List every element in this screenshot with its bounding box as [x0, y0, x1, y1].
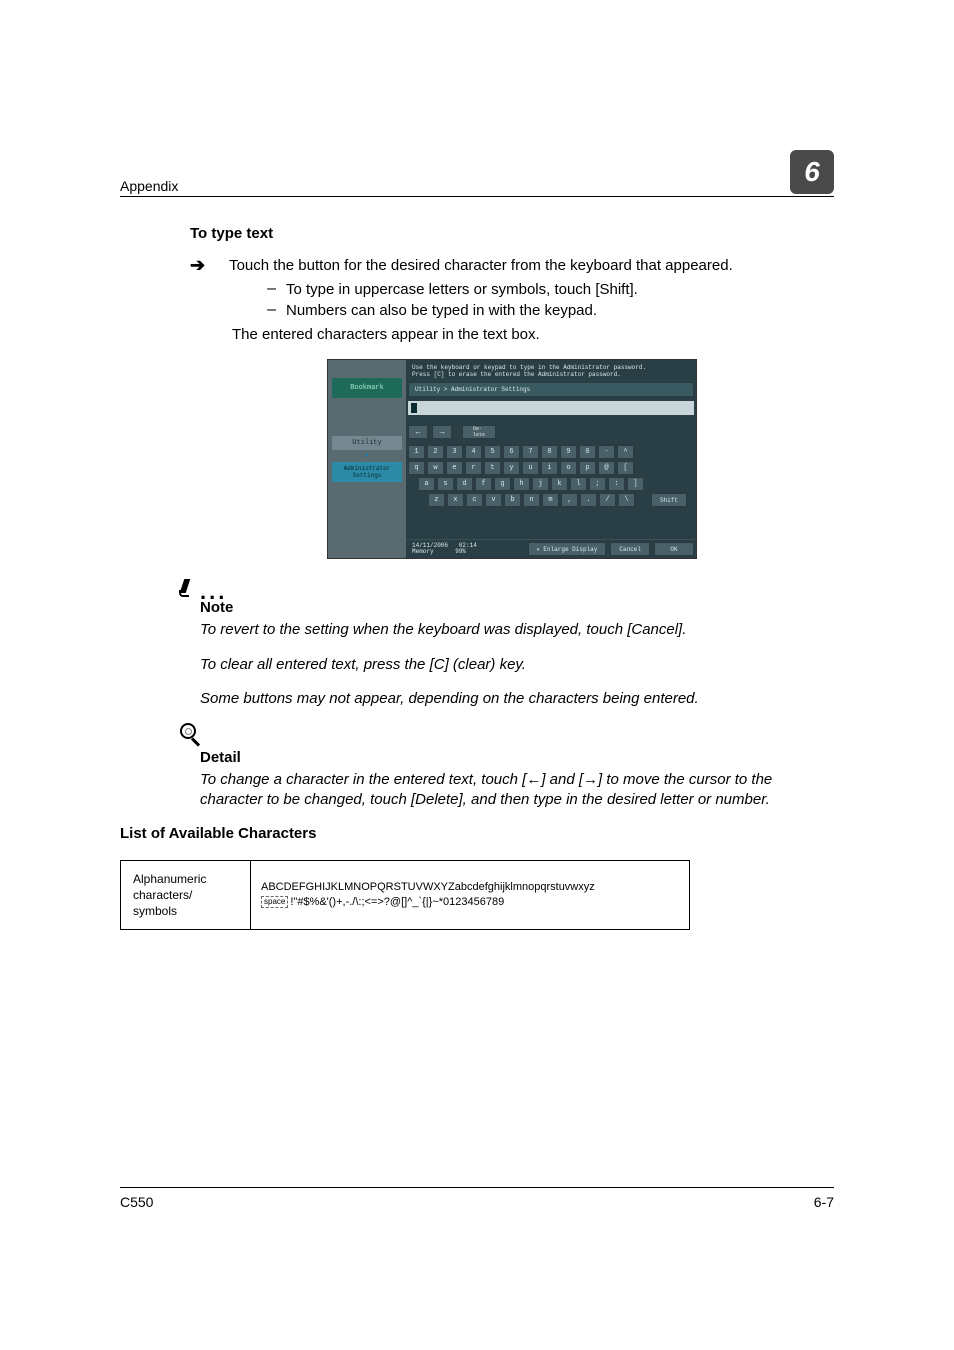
- ss-key: n: [523, 493, 540, 507]
- ss-key: o: [560, 461, 577, 475]
- space-token: space: [261, 896, 288, 909]
- note-p1: To revert to the setting when the keyboa…: [200, 620, 834, 640]
- table-left-cell: Alphanumeric characters/symbols: [121, 861, 251, 930]
- ss-key: y: [503, 461, 520, 475]
- ss-key: l: [570, 477, 587, 491]
- ss-key: 8: [541, 445, 558, 459]
- chars-line-1: ABCDEFGHIJKLMNOPQRSTUVWXYZabcdefghijklmn…: [261, 881, 595, 893]
- ss-msg-1: Use the keyboard or keypad to type in th…: [412, 364, 690, 371]
- header-section: Appendix: [120, 178, 178, 194]
- to-type-heading: To type text: [190, 225, 834, 242]
- ss-key: ^: [617, 445, 634, 459]
- ss-key: ]: [627, 477, 644, 491]
- ss-key: v: [485, 493, 502, 507]
- ss-key: 9: [560, 445, 577, 459]
- ss-key: q: [408, 461, 425, 475]
- ss-enlarge-button: ◐Enlarge Display: [528, 542, 607, 556]
- characters-table: Alphanumeric characters/symbols ABCDEFGH…: [120, 860, 690, 931]
- ss-key: ;: [589, 477, 606, 491]
- ss-text-input: [408, 401, 694, 415]
- list-heading: List of Available Characters: [120, 825, 834, 842]
- ss-key: 5: [484, 445, 501, 459]
- ss-key: a: [418, 477, 435, 491]
- detail-p1: To change a character in the entered tex…: [200, 770, 834, 811]
- ss-key: z: [428, 493, 445, 507]
- ss-key: g: [494, 477, 511, 491]
- detail-label: Detail: [200, 749, 834, 766]
- ss-down-icon: ▾: [328, 450, 406, 462]
- ss-key: m: [542, 493, 559, 507]
- ss-key: p: [579, 461, 596, 475]
- ss-key: h: [513, 477, 530, 491]
- ss-key: 7: [522, 445, 539, 459]
- step-arrow-icon: ➔: [190, 256, 205, 274]
- ss-memory-pct: 99%: [455, 548, 466, 555]
- ss-key: 4: [465, 445, 482, 459]
- ss-key-row-3: asdfghjkl;:]: [418, 477, 694, 491]
- ss-key: w: [427, 461, 444, 475]
- substep-shift: To type in uppercase letters or symbols,…: [286, 280, 638, 300]
- table-right-cell: ABCDEFGHIJKLMNOPQRSTUVWXYZabcdefghijklmn…: [251, 861, 689, 930]
- ss-key: 3: [446, 445, 463, 459]
- ss-bookmark: Bookmark: [332, 378, 402, 398]
- ss-memory-label: Memory: [412, 548, 434, 555]
- ss-key: e: [446, 461, 463, 475]
- step-intro: Touch the button for the desired charact…: [229, 256, 834, 276]
- note-p3: Some buttons may not appear, depending o…: [200, 689, 834, 709]
- ss-key: 6: [503, 445, 520, 459]
- ss-key: t: [484, 461, 501, 475]
- ss-right-arrow: →: [432, 425, 452, 439]
- ss-ok-button: OK: [654, 542, 694, 556]
- ss-key: k: [551, 477, 568, 491]
- ss-key: x: [447, 493, 464, 507]
- keyboard-screenshot: Bookmark Utility ▾ Administrator Setting…: [327, 359, 697, 559]
- ss-key: @: [598, 461, 615, 475]
- ss-key: 1: [408, 445, 425, 459]
- ss-msg-2: Press [C] to erase the entered the Admin…: [412, 371, 690, 378]
- ss-key: f: [475, 477, 492, 491]
- magnifier-icon: [178, 723, 202, 747]
- chars-line-2: !"#$%&'()+,-./\:;<=>?@[]^_`{|}~*01234567…: [290, 896, 504, 908]
- ss-key-row-1: 1234567890-^: [408, 445, 694, 459]
- pen-icon: [178, 579, 196, 597]
- ss-key-row-2: qwertyuiop@[: [408, 461, 694, 475]
- note-icon: ...: [178, 579, 834, 597]
- ss-utility-tab: Utility: [332, 436, 402, 450]
- ss-key: :: [608, 477, 625, 491]
- ss-key: i: [541, 461, 558, 475]
- note-label: Note: [200, 599, 834, 616]
- ss-key: -: [598, 445, 615, 459]
- note-p2: To clear all entered text, press the [C]…: [200, 655, 834, 675]
- ss-key: c: [466, 493, 483, 507]
- ss-key-row-4: zxcvbnm,./\ Shift: [428, 493, 694, 507]
- ss-breadcrumb: Utility > Administrator Settings: [408, 382, 694, 397]
- ss-key: r: [465, 461, 482, 475]
- substep-keypad: Numbers can also be typed in with the ke…: [286, 301, 597, 321]
- chapter-badge: 6: [790, 150, 834, 194]
- ss-key: u: [522, 461, 539, 475]
- ss-key: j: [532, 477, 549, 491]
- ss-key: 0: [579, 445, 596, 459]
- footer-model: C550: [120, 1194, 153, 1210]
- ss-cancel-button: Cancel: [610, 542, 650, 556]
- ss-key: ,: [561, 493, 578, 507]
- ss-key: .: [580, 493, 597, 507]
- ss-delete-button: De-lete: [462, 425, 496, 439]
- step-outro: The entered characters appear in the tex…: [232, 325, 834, 345]
- footer-page: 6-7: [814, 1194, 834, 1210]
- ss-admin-tab: Administrator Settings: [332, 462, 402, 482]
- ss-key: [: [617, 461, 634, 475]
- ss-key: s: [437, 477, 454, 491]
- ss-key: /: [599, 493, 616, 507]
- ss-key: 2: [427, 445, 444, 459]
- ss-key: \: [618, 493, 635, 507]
- ss-left-arrow: ←: [408, 425, 428, 439]
- ss-shift-button: Shift: [651, 493, 687, 507]
- ss-key: d: [456, 477, 473, 491]
- chapter-number: 6: [790, 150, 834, 194]
- ss-key: b: [504, 493, 521, 507]
